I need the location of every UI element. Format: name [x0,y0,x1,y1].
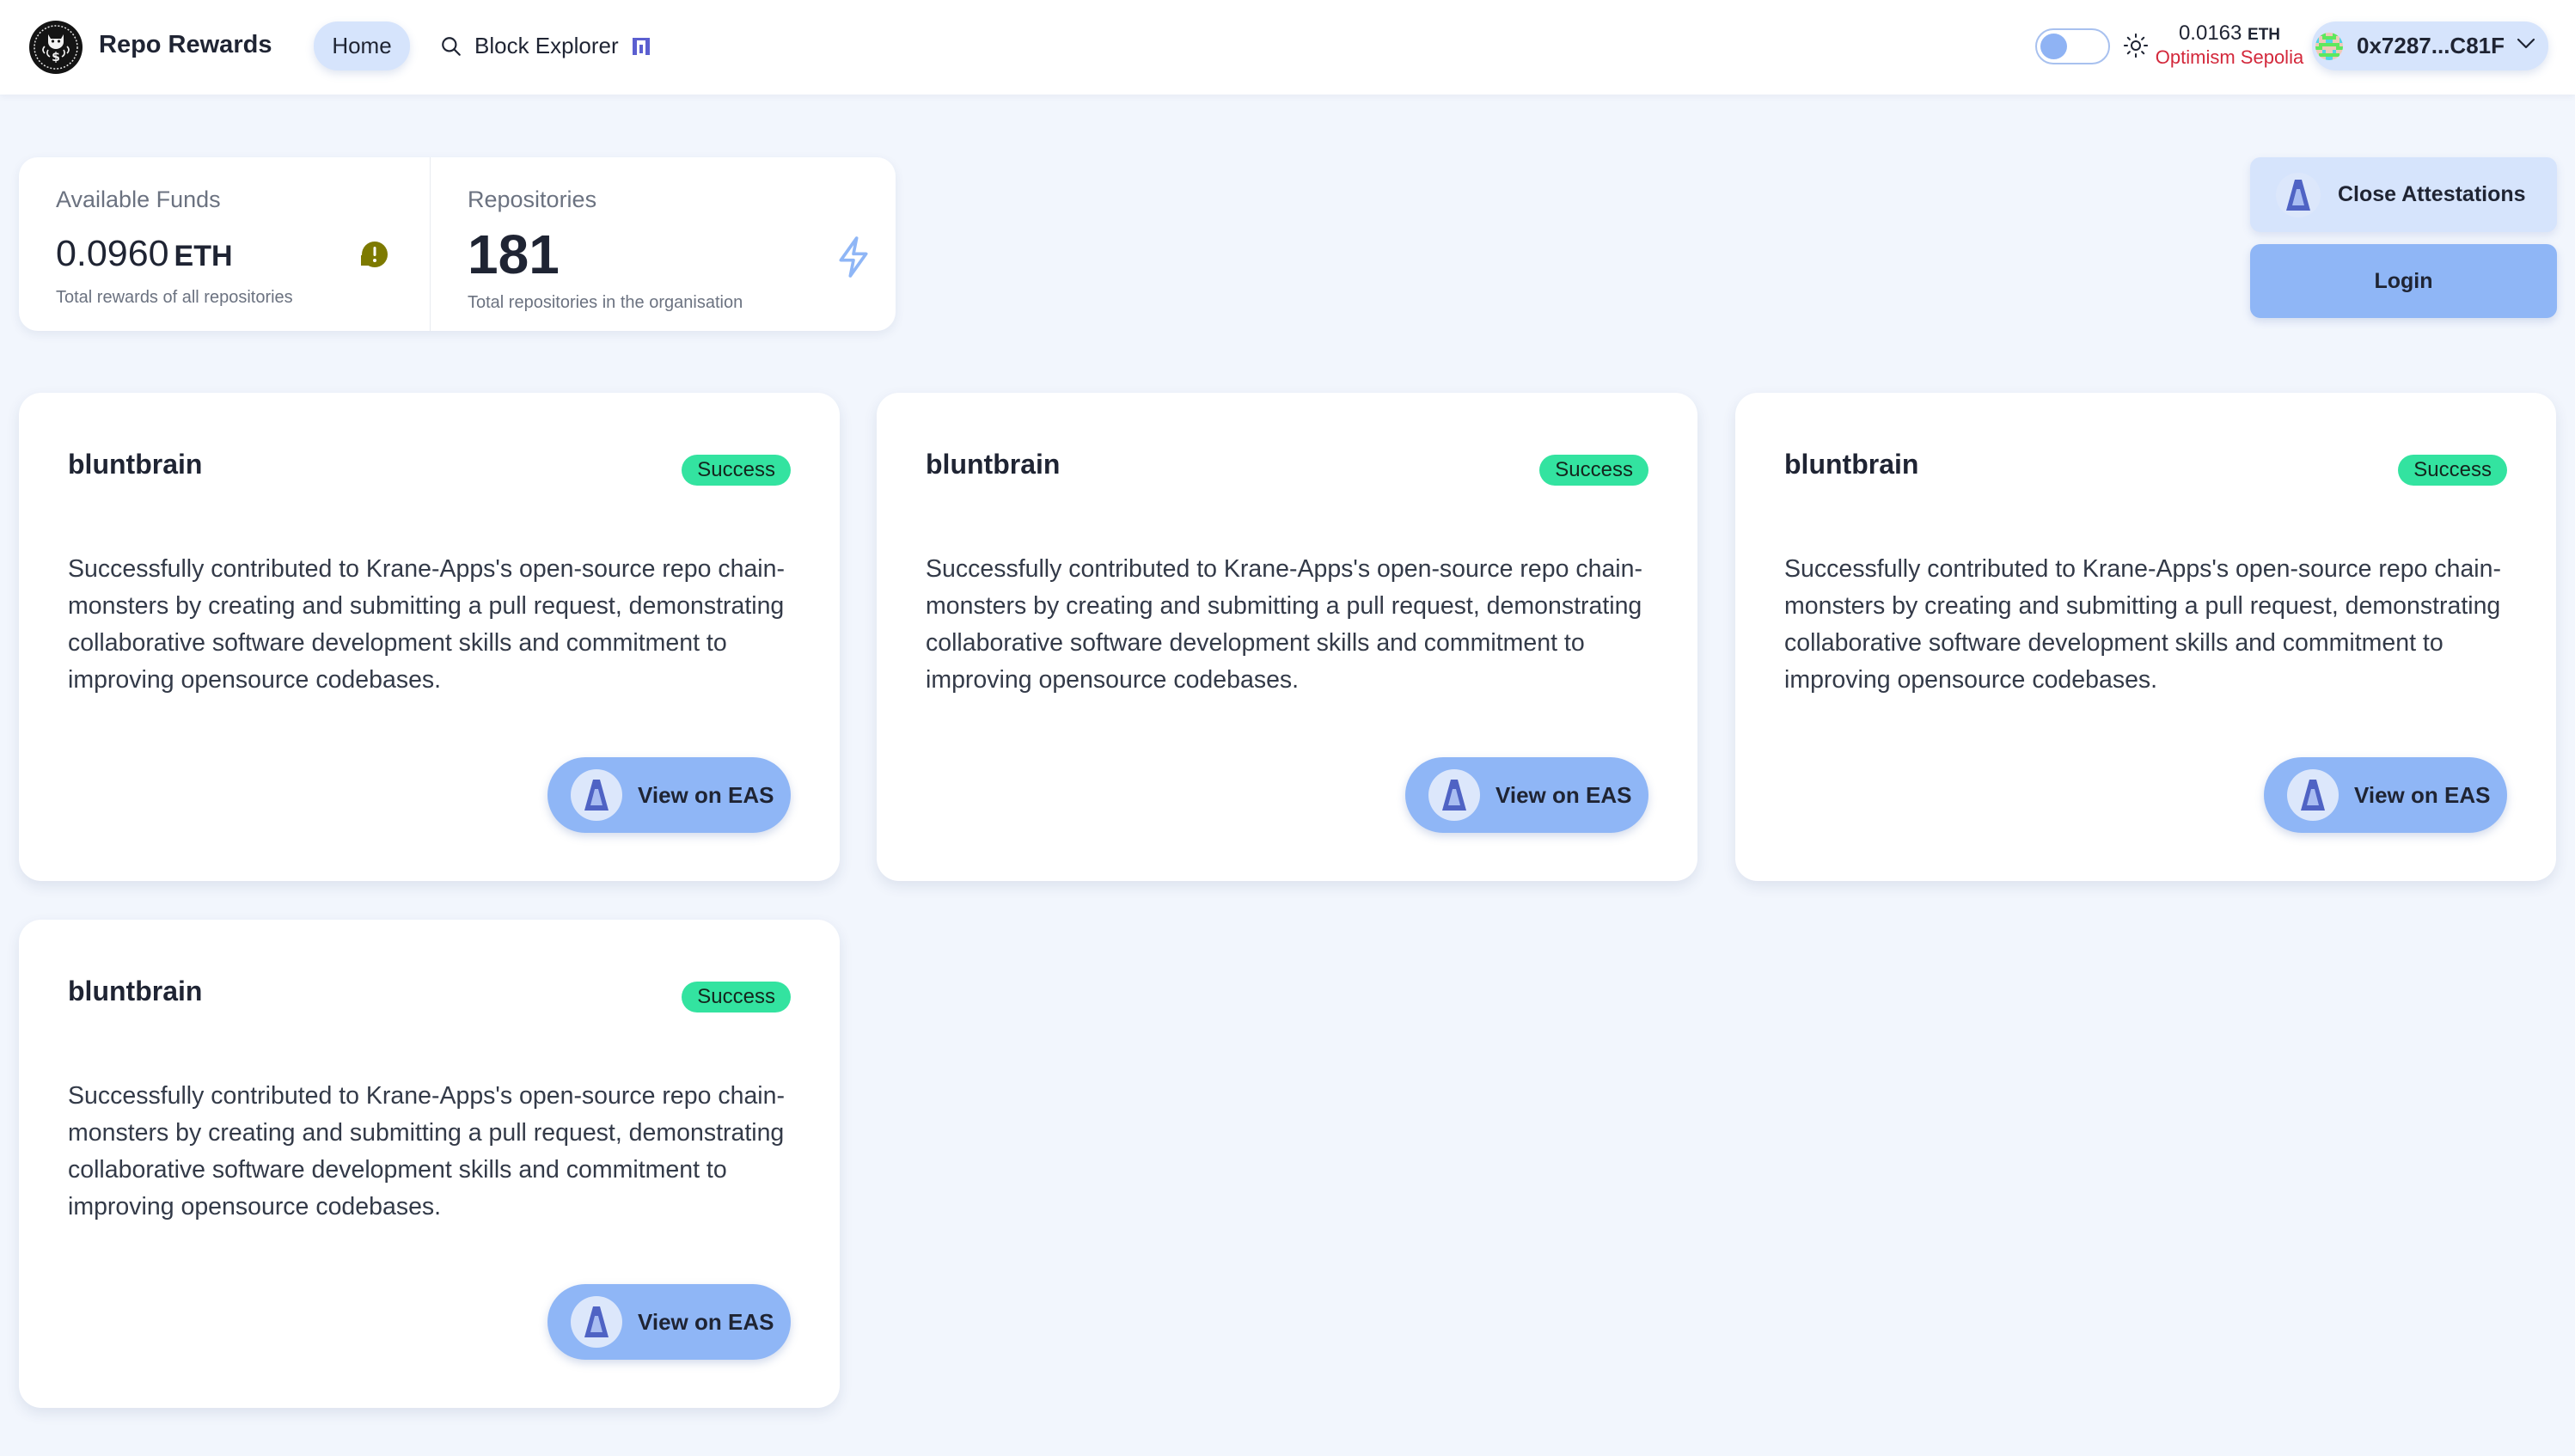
nav-block-explorer-label: Block Explorer [474,33,619,58]
wallet-address: 0x7287...C81F [2357,33,2505,58]
contributor-name: bluntbrain [68,976,203,1006]
view-on-eas-label: View on EAS [1495,781,1632,808]
wallet-account-button[interactable]: 0x7287...C81F [2312,21,2548,70]
lightning-icon [835,235,872,284]
search-icon [440,35,462,58]
toggle-knob [2040,34,2067,59]
binoculars-icon [631,35,651,58]
network-name: Optimism Sepolia [2155,46,2304,68]
sun-icon [2123,33,2149,63]
nav-home-label: Home [332,33,392,58]
status-badge: Success [1539,455,1648,486]
view-on-eas-button[interactable]: View on EAS [2264,757,2507,833]
stat-repositories: Repositories 181 Total repositories in t… [430,157,896,331]
attestation-card: bluntbrain Success Successfully contribu… [19,920,840,1408]
eas-logo-icon [571,1296,622,1348]
eas-logo-icon [1428,769,1480,821]
contributor-name: bluntbrain [1784,449,1919,480]
attestation-card: bluntbrain Success Successfully contribu… [1735,393,2556,881]
contribution-description: Successfully contributed to Krane-Apps's… [68,1082,785,1220]
contribution-description: Successfully contributed to Krane-Apps's… [1784,555,2501,694]
svg-text:$: $ [52,51,60,64]
close-attestations-button[interactable]: Close Attestations [2250,157,2557,232]
wallet-avatar [2315,32,2343,60]
balance-amount-row: 0.0163 ETH [2153,21,2306,48]
stat-label: Repositories [468,187,597,212]
login-label: Login [2374,268,2433,293]
stat-value-row: 0.0960 ETH [56,233,233,275]
stat-description: Total rewards of all repositories [56,288,293,307]
contributor-name: bluntbrain [926,449,1061,480]
eas-logo-icon [2287,769,2339,821]
balance-amount: 0.0163 [2178,21,2242,45]
stat-unit: ETH [174,240,233,272]
contribution-description: Successfully contributed to Krane-Apps's… [926,555,1642,694]
app-title[interactable]: Repo Rewards [99,31,272,59]
stat-available-funds: Available Funds 0.0960 ETH Total rewards … [19,157,430,331]
contribution-description: Successfully contributed to Krane-Apps's… [68,555,785,694]
eas-logo-icon [2276,172,2321,217]
balance-unit: ETH [2248,26,2281,44]
status-badge: Success [2398,455,2507,486]
theme-toggle[interactable] [2035,28,2110,64]
attestation-card: bluntbrain Success Successfully contribu… [877,393,1697,881]
view-on-eas-button[interactable]: View on EAS [547,1284,791,1360]
view-on-eas-button[interactable]: View on EAS [1405,757,1648,833]
nav-home[interactable]: Home [314,21,410,70]
view-on-eas-label: View on EAS [2354,781,2491,808]
wallet-balance: 0.0163 ETH Optimism Sepolia [2153,21,2306,67]
view-on-eas-label: View on EAS [638,1308,774,1335]
stat-value: 0.0960 [56,233,169,274]
contributor-name: bluntbrain [68,449,203,480]
nav-block-explorer[interactable]: Block Explorer [440,21,651,70]
eas-logo-icon [571,769,622,821]
view-on-eas-button[interactable]: View on EAS [547,757,791,833]
octocat-coin-logo-icon[interactable]: $ [29,21,83,74]
status-badge: Success [682,982,791,1012]
attestation-card: bluntbrain Success Successfully contribu… [19,393,840,881]
top-nav: $ Repo Rewards Home Block Explorer 0.016… [0,0,2575,95]
stats-panel: Available Funds 0.0960 ETH Total rewards … [19,157,896,331]
alert-icon [354,238,390,277]
view-on-eas-label: View on EAS [638,781,774,808]
chevron-down-icon [2517,38,2535,54]
status-badge: Success [682,455,791,486]
stat-label: Available Funds [56,187,221,212]
stat-description: Total repositories in the organisation [468,293,743,312]
close-attestations-label: Close Attestations [2338,182,2526,206]
stat-value: 181 [468,223,560,285]
login-button[interactable]: Login [2250,244,2557,318]
